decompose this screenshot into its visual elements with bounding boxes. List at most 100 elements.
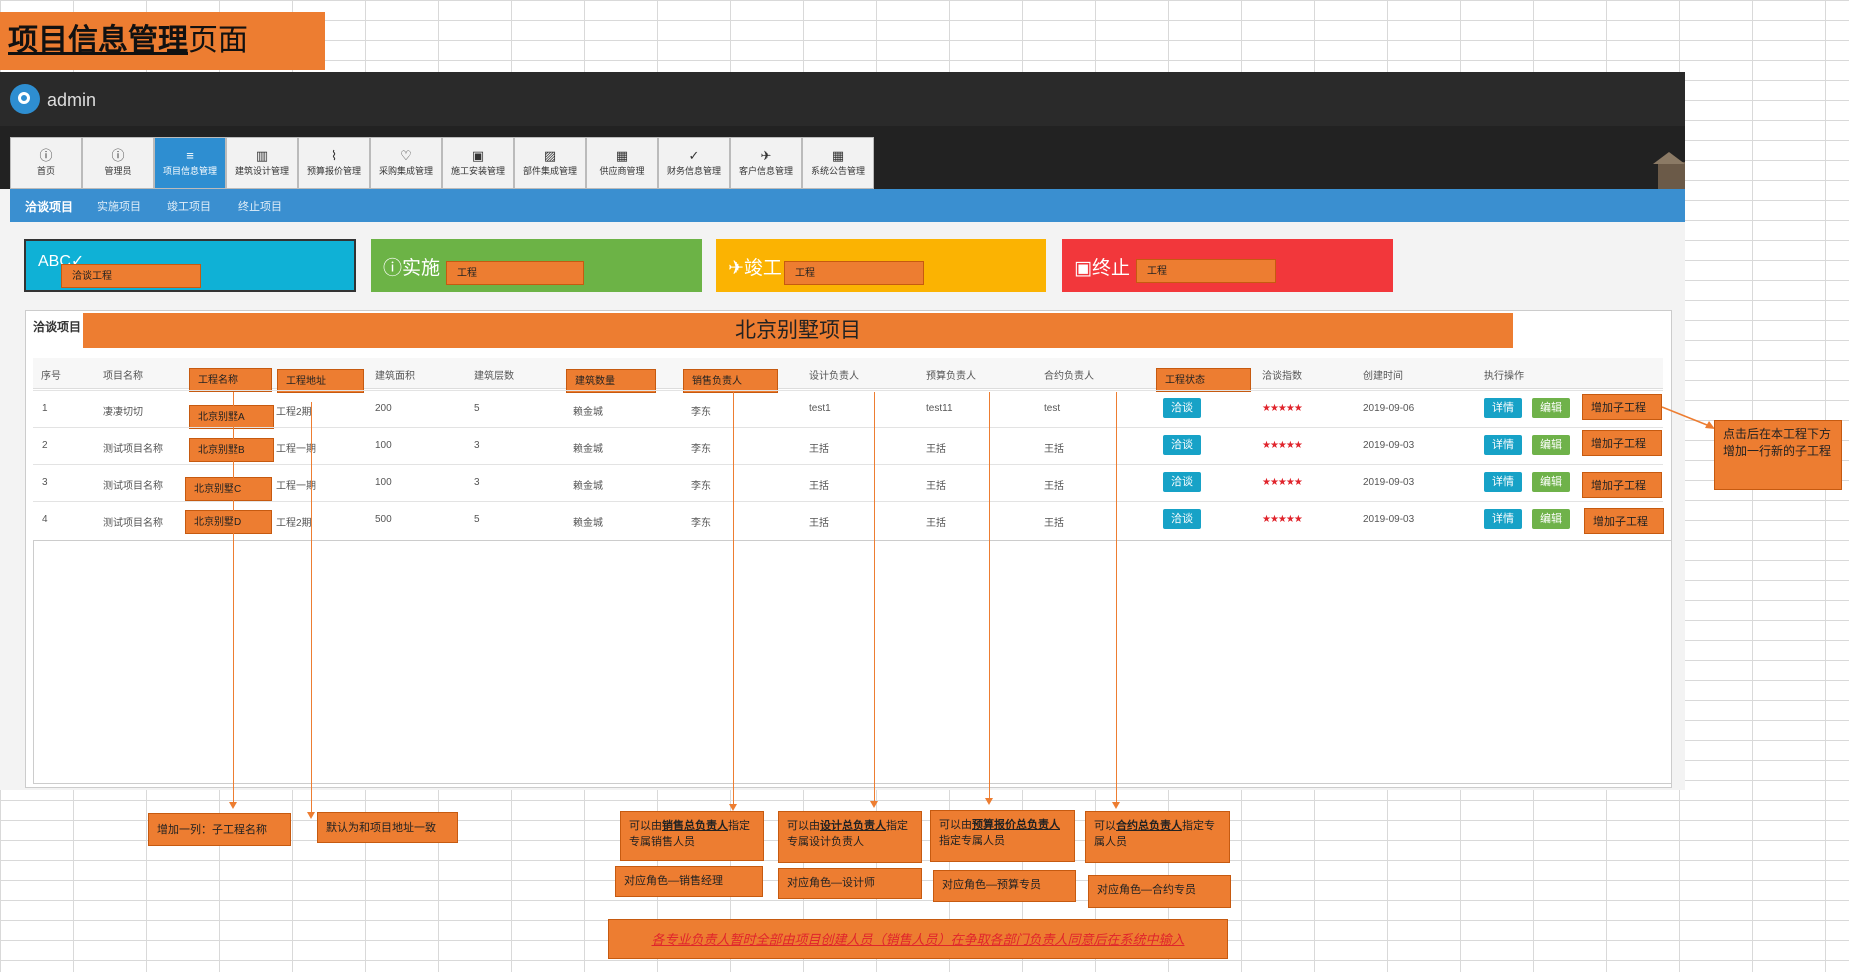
table-row: 2 测试项目名称 工程一期 100 3 赖金城 李东 王括 王括 王括 洽谈 ★… — [33, 427, 1663, 464]
add-sub-project-button[interactable]: 增加子工程 — [1582, 472, 1662, 498]
col-floors: 建筑层数 — [474, 371, 514, 382]
sub-project-name: 北京别墅D — [185, 510, 272, 534]
edit-button[interactable]: 编辑 — [1532, 435, 1570, 455]
status-button[interactable]: 洽谈 — [1163, 472, 1201, 492]
edit-button[interactable]: 编辑 — [1532, 509, 1570, 529]
col-budget: 预算负责人 — [926, 371, 976, 382]
connector-line — [733, 392, 734, 806]
edit-button[interactable]: 编辑 — [1532, 472, 1570, 492]
calendar-icon: ▦ — [831, 148, 845, 163]
tab-customer[interactable]: ✈ 客户信息管理 — [730, 137, 802, 189]
tab-supplier[interactable]: ▦ 供应商管理 — [586, 137, 658, 189]
col-contract: 合约负责人 — [1044, 371, 1094, 382]
cell-date: 2019-09-06 — [1363, 403, 1415, 414]
tab-purchase[interactable]: ♡ 采购集成管理 — [370, 137, 442, 189]
note-default-address: 默认为和项目地址一致 — [317, 812, 458, 843]
arrow-down-icon — [307, 812, 315, 819]
grid-icon: ▥ — [255, 148, 269, 163]
note-contract: 可以合约总负责人指定专属人员 — [1085, 811, 1230, 863]
cell-floors: 5 — [474, 403, 480, 414]
cell-no: 2 — [42, 440, 48, 451]
note-budget: 可以由预算报价总负责人指定专属人员 — [930, 810, 1075, 862]
note-design-role: 对应角色—设计师 — [778, 868, 922, 899]
tab-project-info[interactable]: ≡ 项目信息管理 — [154, 137, 226, 189]
logo-icon — [10, 84, 40, 114]
table-row: 3 测试项目名称 工程一期 100 3 赖金城 李东 王括 王括 王括 洽谈 ★… — [33, 464, 1663, 501]
heart-icon: ♡ — [400, 148, 412, 163]
detail-button[interactable]: 详情 — [1484, 435, 1522, 455]
tab-home[interactable]: ⓘ 首页 — [10, 137, 82, 189]
cell-name: 凄凄切切 — [103, 407, 143, 418]
connector-line — [874, 392, 875, 803]
cell-budget: test11 — [926, 403, 953, 414]
arrow-down-icon — [729, 804, 737, 811]
cell-sales: 李东 — [691, 481, 711, 492]
subnav-implementation[interactable]: 实施项目 — [97, 198, 141, 214]
header-note-status: 工程状态 — [1156, 368, 1251, 392]
cell-date: 2019-09-03 — [1363, 514, 1415, 525]
cell-budget: 王括 — [926, 481, 946, 492]
col-area: 建筑面积 — [375, 371, 415, 382]
tab-announcement[interactable]: ▦ 系统公告管理 — [802, 137, 874, 189]
cell-date: 2019-09-03 — [1363, 477, 1415, 488]
table-row: 4 测试项目名称 工程2期 500 5 赖金城 李东 王括 王括 王括 洽谈 ★… — [33, 501, 1663, 538]
tab-construction[interactable]: ▣ 施工安装管理 — [442, 137, 514, 189]
note-sales: 可以由销售总负责人指定专属销售人员 — [620, 811, 764, 861]
image-icon: ▨ — [543, 148, 557, 163]
panel-title: 洽谈项目 — [33, 320, 82, 334]
detail-button[interactable]: 详情 — [1484, 398, 1522, 418]
cell-name: 测试项目名称 — [103, 444, 163, 455]
footer-note: 各专业负责人暂时全部由项目创建人员（销售人员）在争取各部门负责人同意后在系统中输… — [608, 919, 1228, 959]
stars-rating: ★★★★★ — [1262, 403, 1303, 414]
note-sales-role: 对应角色—销售经理 — [615, 866, 763, 897]
note-design: 可以由设计总负责人指定专属设计负责人 — [778, 811, 922, 863]
cell-floors: 3 — [474, 477, 480, 488]
note-contract-role: 对应角色—合约专员 — [1088, 875, 1231, 908]
cell-address: 工程2期 — [276, 407, 312, 418]
tab-finance[interactable]: ✓ 财务信息管理 — [658, 137, 730, 189]
status-button[interactable]: 洽谈 — [1163, 435, 1201, 455]
plane-icon: ✈ — [760, 148, 772, 163]
cell-design: 王括 — [809, 481, 829, 492]
card-title-terminated: ▣终止 — [1074, 258, 1130, 279]
table-empty-area — [33, 540, 1672, 784]
tab-admin[interactable]: ⓘ 管理员 — [82, 137, 154, 189]
add-sub-project-button[interactable]: 增加子工程 — [1582, 430, 1662, 456]
cell-area: 100 — [375, 477, 392, 488]
check-icon: ✓ — [688, 148, 700, 163]
col-no: 序号 — [41, 371, 61, 382]
project-banner: 北京别墅项目 — [83, 313, 1513, 348]
tab-design[interactable]: ▥ 建筑设计管理 — [226, 137, 298, 189]
cell-contract: test — [1044, 403, 1061, 414]
cell-budget: 王括 — [926, 444, 946, 455]
tab-budget[interactable]: ⌇ 预算报价管理 — [298, 137, 370, 189]
chart-icon: ⌇ — [330, 148, 338, 163]
cell-area: 500 — [375, 514, 392, 525]
cell-design: test1 — [809, 403, 831, 414]
cell-date: 2019-09-03 — [1363, 440, 1415, 451]
edit-button[interactable]: 编辑 — [1532, 398, 1570, 418]
arrow-down-icon — [985, 798, 993, 805]
info-icon: ⓘ — [39, 148, 53, 163]
add-sub-project-button[interactable]: 增加子工程 — [1582, 394, 1662, 420]
connector-line — [311, 402, 312, 814]
status-button[interactable]: 洽谈 — [1163, 398, 1201, 418]
add-sub-project-button[interactable]: 增加子工程 — [1584, 508, 1664, 534]
detail-button[interactable]: 详情 — [1484, 509, 1522, 529]
tab-parts[interactable]: ▨ 部件集成管理 — [514, 137, 586, 189]
subnav-terminated[interactable]: 终止项目 — [238, 198, 282, 214]
cell-sales: 李东 — [691, 407, 711, 418]
connector-line — [1116, 392, 1117, 804]
detail-button[interactable]: 详情 — [1484, 472, 1522, 492]
status-button[interactable]: 洽谈 — [1163, 509, 1201, 529]
cell-area: 100 — [375, 440, 392, 451]
subnav-negotiation[interactable]: 洽谈项目 — [25, 198, 73, 215]
page-title: 项目信息管理页面 — [0, 12, 325, 70]
card-title-implementation: ⓘ实施 — [383, 258, 441, 279]
subnav-completed[interactable]: 竣工项目 — [167, 198, 211, 214]
arrow-down-icon — [1112, 802, 1120, 809]
cell-building-count: 赖金城 — [573, 518, 603, 529]
cell-design: 王括 — [809, 518, 829, 529]
calendar-icon: ▦ — [615, 148, 629, 163]
card-note-negotiation: 洽谈工程 — [61, 264, 201, 288]
